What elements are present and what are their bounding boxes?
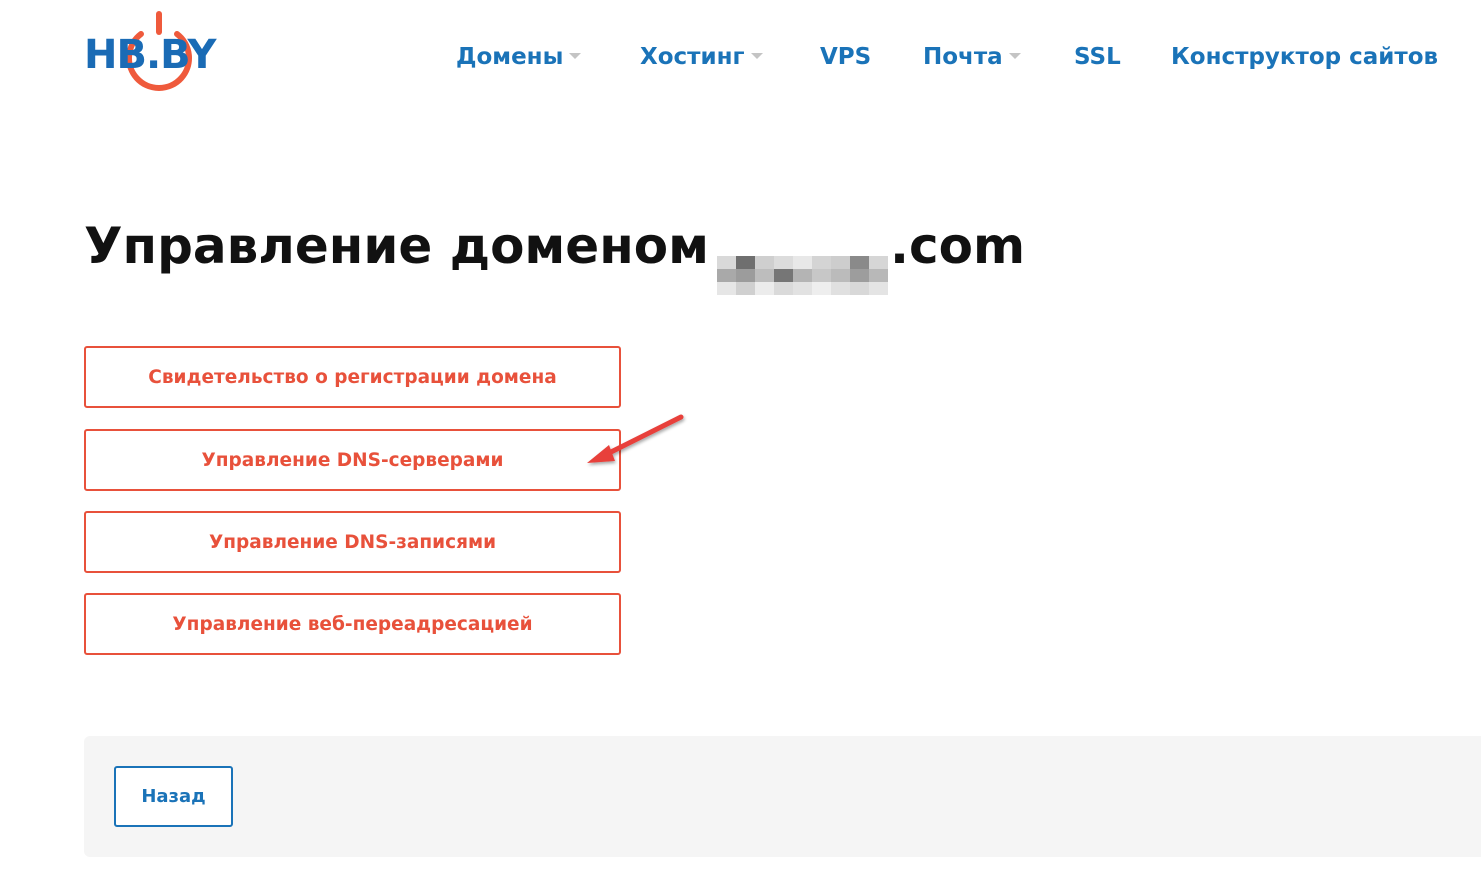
chevron-down-icon [1008, 52, 1021, 59]
nav-item-ssl[interactable]: SSL [1074, 40, 1121, 74]
nav-item-domains[interactable]: Домены [456, 40, 582, 74]
logo-text: HB.BY [84, 32, 216, 78]
page-title: Управление доменом .com [84, 214, 1026, 295]
nav-item-label: SSL [1074, 44, 1121, 70]
back-button[interactable]: Назад [114, 766, 233, 827]
nav-item-vps[interactable]: VPS [820, 40, 871, 74]
nav-item-label: Почта [923, 44, 1003, 70]
nav-item-label: VPS [820, 44, 872, 70]
page-title-prefix: Управление доменом [84, 217, 709, 275]
chevron-down-icon [569, 52, 582, 59]
main-nav: Домены Хостинг VPS Почта SSL Конструктор… [456, 40, 1451, 74]
nav-item-label: Домены [456, 44, 564, 70]
annotation-arrow-icon [587, 414, 684, 463]
domain-certificate-button[interactable]: Свидетельство о регистрации домена [84, 346, 621, 408]
site-logo[interactable]: HB.BY [84, 10, 236, 100]
nav-item-hosting[interactable]: Хостинг [640, 40, 763, 74]
footer-panel: Назад [84, 736, 1481, 857]
nav-item-site-builder[interactable]: Конструктор сайтов [1171, 40, 1438, 74]
dns-records-button[interactable]: Управление DNS-записями [84, 511, 621, 573]
web-redirect-button[interactable]: Управление веб-переадресацией [84, 593, 621, 655]
redacted-domain-name [716, 256, 888, 295]
page-title-suffix: .com [889, 217, 1026, 275]
dns-servers-button[interactable]: Управление DNS-серверами [84, 429, 621, 491]
nav-item-label: Хостинг [640, 44, 745, 70]
nav-item-mail[interactable]: Почта [923, 40, 1021, 74]
chevron-down-icon [750, 52, 763, 59]
nav-item-label: Конструктор сайтов [1171, 44, 1439, 70]
page: HB.BY Домены Хостинг VPS Почта SSL Конст… [0, 0, 1481, 877]
